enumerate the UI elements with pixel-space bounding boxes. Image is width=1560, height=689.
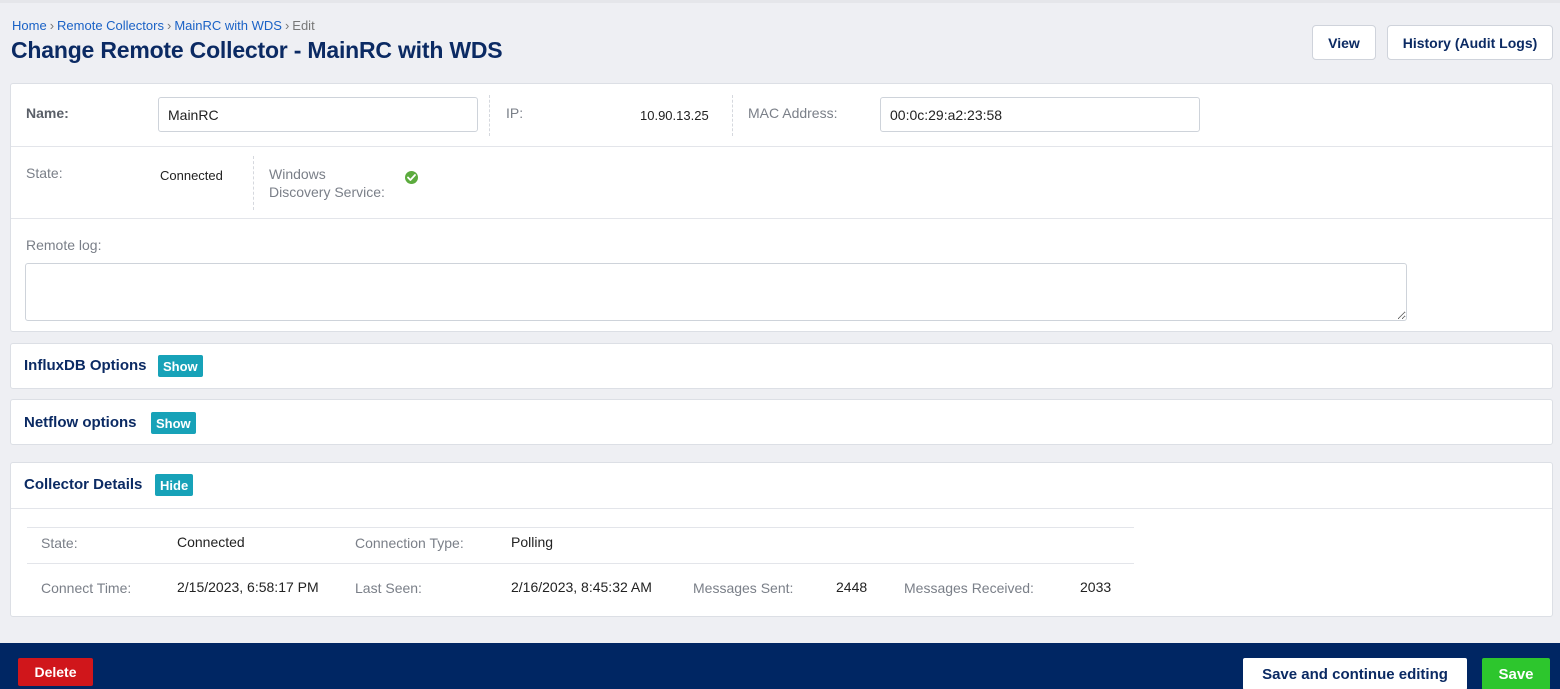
collector-details-hide-button[interactable]: Hide	[155, 474, 194, 496]
details-top-divider	[27, 527, 1134, 528]
collector-details-panel: Collector Details Hide State: Connected …	[10, 462, 1553, 617]
details-row-divider	[27, 563, 1134, 564]
ip-value: 10.90.13.25	[640, 108, 709, 123]
ip-label: IP:	[506, 105, 524, 121]
breadcrumb-remote-collectors-link[interactable]: Remote Collectors	[57, 18, 164, 33]
netflow-options-title: Netflow options	[24, 414, 137, 431]
field-divider	[489, 95, 490, 136]
name-input[interactable]	[158, 97, 478, 132]
breadcrumb-current: Edit	[292, 18, 315, 33]
state-value: Connected	[160, 168, 223, 183]
check-circle-icon	[405, 171, 418, 184]
messages-received-value: 2033	[1080, 579, 1112, 595]
breadcrumb-separator: ›	[166, 18, 172, 33]
breadcrumb-collector-link[interactable]: MainRC with WDS	[174, 18, 282, 33]
netflow-options-panel: Netflow options Show	[10, 399, 1553, 445]
last-seen-label: Last Seen:	[355, 580, 422, 596]
field-divider	[253, 156, 254, 210]
breadcrumb-separator: ›	[49, 18, 55, 33]
last-seen-value: 2/16/2023, 8:45:32 AM	[511, 579, 652, 595]
connect-time-value: 2/15/2023, 6:58:17 PM	[177, 579, 319, 595]
remote-log-textarea[interactable]	[25, 263, 1407, 321]
breadcrumb-separator: ›	[284, 18, 290, 33]
page: Home › Remote Collectors › MainRC with WDS › E…	[0, 0, 1560, 689]
delete-button[interactable]: Delete	[18, 658, 93, 686]
field-divider	[732, 95, 733, 136]
breadcrumb: Home › Remote Collectors › MainRC with WDS › E…	[12, 18, 315, 33]
connection-type-label: Connection Type:	[355, 535, 464, 551]
collector-details-title: Collector Details	[24, 476, 143, 493]
collector-form-panel: Name: IP: 10.90.13.25 MAC Address: State…	[10, 83, 1553, 332]
name-label: Name:	[26, 105, 69, 121]
details-state-label: State:	[41, 535, 78, 551]
remote-log-label: Remote log:	[26, 237, 102, 253]
connection-type-value: Polling	[511, 534, 554, 550]
state-label: State:	[26, 165, 63, 181]
netflow-show-button[interactable]: Show	[151, 412, 196, 434]
details-state-value: Connected	[177, 534, 245, 550]
mac-address-input[interactable]	[880, 97, 1200, 132]
wds-label-line1: Windows	[269, 166, 326, 182]
wds-label: Windows Discovery Service:	[269, 165, 385, 201]
footer-action-bar: Delete Save and continue editing Save	[0, 643, 1560, 689]
page-title: Change Remote Collector - MainRC with WD…	[11, 37, 503, 63]
connect-time-label: Connect Time:	[41, 580, 132, 596]
collector-details-header: Collector Details Hide	[11, 463, 1552, 509]
breadcrumb-home-link[interactable]: Home	[12, 18, 47, 33]
influxdb-options-panel: InfluxDB Options Show	[10, 343, 1553, 389]
form-row-status: State: Connected Windows Discovery Servi…	[11, 147, 1552, 219]
messages-sent-value: 2448	[836, 579, 868, 595]
form-row-remote-log: Remote log:	[11, 219, 1552, 332]
history-audit-logs-button[interactable]: History (Audit Logs)	[1387, 25, 1553, 60]
view-button[interactable]: View	[1312, 25, 1376, 60]
influxdb-options-title: InfluxDB Options	[24, 357, 147, 374]
wds-label-line2: Discovery Service:	[269, 184, 385, 200]
save-and-continue-button[interactable]: Save and continue editing	[1243, 658, 1467, 689]
save-button[interactable]: Save	[1482, 658, 1550, 689]
form-row-identity: Name: IP: 10.90.13.25 MAC Address:	[11, 84, 1552, 147]
messages-received-label: Messages Received:	[904, 580, 1034, 596]
influxdb-show-button[interactable]: Show	[158, 355, 203, 377]
mac-address-label: MAC Address:	[748, 105, 838, 121]
messages-sent-label: Messages Sent:	[693, 580, 794, 596]
